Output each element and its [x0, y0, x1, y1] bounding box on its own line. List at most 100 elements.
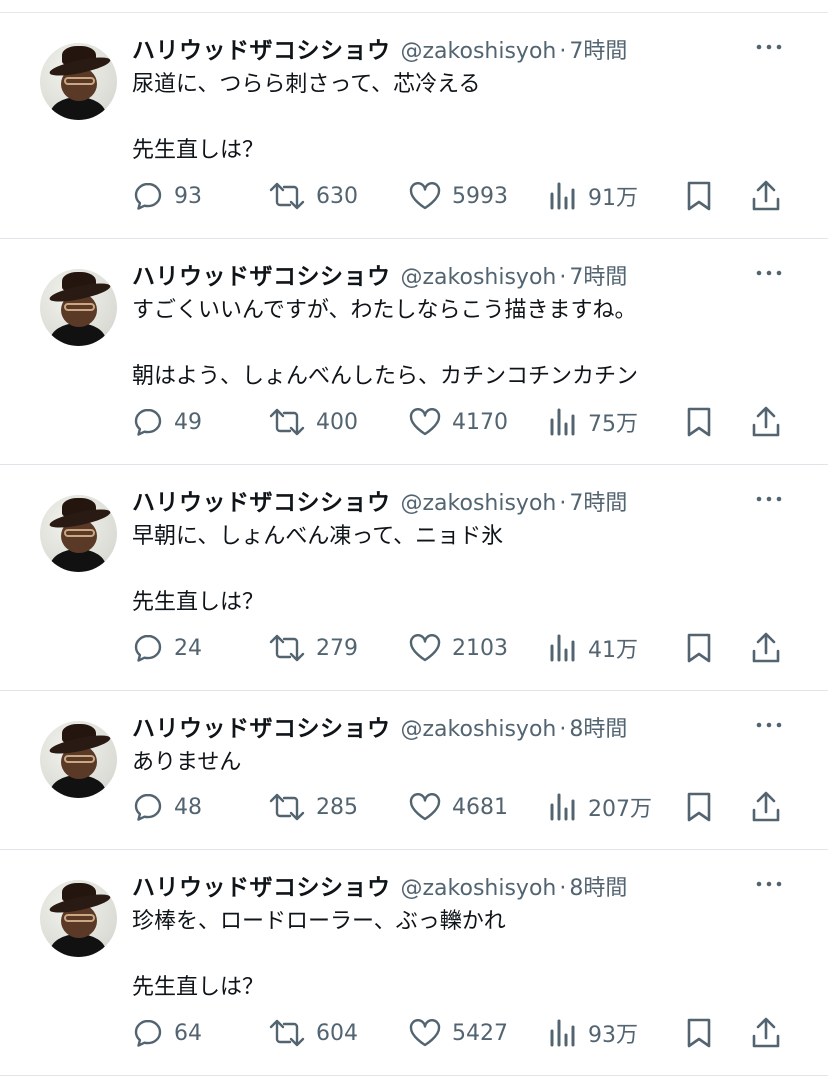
- reply-icon: [134, 793, 162, 821]
- reply-button[interactable]: 49: [132, 402, 202, 442]
- timestamp[interactable]: 7時間: [569, 259, 627, 291]
- reply-button[interactable]: 64: [132, 1013, 202, 1053]
- timeline: ハリウッドザコシショウ @zakoshisyoh · 7時間 尿道に、つらら刺さ…: [0, 13, 828, 1076]
- views-button[interactable]: 91万: [548, 176, 638, 216]
- views-button[interactable]: 75万: [548, 402, 638, 442]
- bookmark-button[interactable]: [684, 176, 714, 216]
- like-button[interactable]: 5993: [408, 176, 508, 216]
- view-count: 207万: [588, 797, 652, 822]
- tweet-header: ハリウッドザコシショウ @zakoshisyoh · 7時間: [132, 483, 627, 516]
- retweet-button[interactable]: 400: [268, 402, 358, 442]
- tweet[interactable]: ハリウッドザコシショウ @zakoshisyoh · 8時間 珍棒を、ロードロー…: [0, 850, 828, 1076]
- heart-icon: [409, 793, 441, 821]
- retweet-button[interactable]: 604: [268, 1013, 358, 1053]
- display-name[interactable]: ハリウッドザコシショウ: [132, 709, 391, 743]
- action-bar: 64 604 5427 93万: [132, 1013, 792, 1053]
- separator: ·: [559, 39, 567, 64]
- tweet[interactable]: ハリウッドザコシショウ @zakoshisyoh · 7時間 すごくいいんですが…: [0, 239, 828, 465]
- bookmark-button[interactable]: [684, 787, 714, 827]
- avatar[interactable]: [40, 495, 117, 572]
- timestamp[interactable]: 7時間: [569, 33, 627, 65]
- tweet-header: ハリウッドザコシショウ @zakoshisyoh · 8時間: [132, 868, 627, 901]
- retweet-count: 279: [316, 635, 358, 661]
- more-options-icon[interactable]: [754, 489, 784, 509]
- view-count: 93万: [588, 1023, 638, 1048]
- user-handle[interactable]: @zakoshisyoh: [401, 265, 557, 290]
- reply-button[interactable]: 93: [132, 176, 202, 216]
- views-icon: [550, 793, 575, 821]
- views-icon: [550, 1019, 575, 1047]
- view-count: 75万: [588, 412, 638, 437]
- reply-icon: [134, 182, 162, 210]
- timestamp[interactable]: 8時間: [569, 870, 627, 902]
- views-button[interactable]: 93万: [548, 1013, 638, 1053]
- like-count: 4170: [452, 409, 508, 435]
- share-button[interactable]: [750, 176, 782, 216]
- retweet-button[interactable]: 285: [268, 787, 358, 827]
- like-button[interactable]: 2103: [408, 628, 508, 668]
- tweet-header: ハリウッドザコシショウ @zakoshisyoh · 7時間: [132, 257, 627, 290]
- like-button[interactable]: 4681: [408, 787, 508, 827]
- retweet-button[interactable]: 279: [268, 628, 358, 668]
- bookmark-button[interactable]: [684, 628, 714, 668]
- views-icon: [550, 634, 575, 662]
- more-options-icon[interactable]: [754, 715, 784, 735]
- retweet-button[interactable]: 630: [268, 176, 358, 216]
- tweet-header: ハリウッドザコシショウ @zakoshisyoh · 7時間: [132, 31, 627, 64]
- more-options-icon[interactable]: [754, 874, 784, 894]
- more-options-icon[interactable]: [754, 37, 784, 57]
- bookmark-button[interactable]: [684, 402, 714, 442]
- like-button[interactable]: 5427: [408, 1013, 508, 1053]
- user-handle[interactable]: @zakoshisyoh: [401, 876, 557, 901]
- share-button[interactable]: [750, 787, 782, 827]
- views-icon: [550, 182, 575, 210]
- share-button[interactable]: [750, 1013, 782, 1053]
- avatar[interactable]: [40, 880, 117, 957]
- tweet-text: 早朝に、しょんべん凍って、ニョド氷 先生直しは？: [132, 524, 504, 615]
- display-name[interactable]: ハリウッドザコシショウ: [132, 31, 391, 65]
- display-name[interactable]: ハリウッドザコシショウ: [132, 868, 391, 902]
- retweet-count: 630: [316, 183, 358, 209]
- views-icon: [550, 408, 575, 436]
- tweet[interactable]: ハリウッドザコシショウ @zakoshisyoh · 8時間 ありません 48 …: [0, 691, 828, 850]
- reply-icon: [134, 1019, 162, 1047]
- share-button[interactable]: [750, 628, 782, 668]
- display-name[interactable]: ハリウッドザコシショウ: [132, 257, 391, 291]
- like-count: 5993: [452, 183, 508, 209]
- user-handle[interactable]: @zakoshisyoh: [401, 39, 557, 64]
- action-bar: 48 285 4681 207万: [132, 787, 792, 827]
- tweet-text: 珍棒を、ロードローラー、ぶっ轢かれ 先生直しは？: [132, 909, 506, 1000]
- avatar[interactable]: [40, 721, 117, 798]
- separator: ·: [559, 265, 567, 290]
- heart-icon: [409, 634, 441, 662]
- like-button[interactable]: 4170: [408, 402, 508, 442]
- retweet-icon: [269, 408, 305, 436]
- user-handle[interactable]: @zakoshisyoh: [401, 491, 557, 516]
- timestamp[interactable]: 8時間: [569, 711, 627, 743]
- tweet[interactable]: ハリウッドザコシショウ @zakoshisyoh · 7時間 尿道に、つらら刺さ…: [0, 13, 828, 239]
- bookmark-button[interactable]: [684, 1013, 714, 1053]
- bookmark-icon: [687, 181, 711, 211]
- timestamp[interactable]: 7時間: [569, 485, 627, 517]
- reply-button[interactable]: 24: [132, 628, 202, 668]
- reply-count: 48: [174, 794, 202, 820]
- reply-count: 49: [174, 409, 202, 435]
- avatar[interactable]: [40, 43, 117, 120]
- bookmark-icon: [687, 633, 711, 663]
- reply-count: 93: [174, 183, 202, 209]
- reply-icon: [134, 408, 162, 436]
- action-bar: 49 400 4170 75万: [132, 402, 792, 442]
- share-icon: [752, 1017, 780, 1048]
- action-bar: 93 630 5993 91万: [132, 176, 792, 216]
- views-button[interactable]: 207万: [548, 787, 652, 827]
- more-options-icon[interactable]: [754, 263, 784, 283]
- retweet-icon: [269, 1019, 305, 1047]
- tweet[interactable]: ハリウッドザコシショウ @zakoshisyoh · 7時間 早朝に、しょんべん…: [0, 465, 828, 691]
- display-name[interactable]: ハリウッドザコシショウ: [132, 483, 391, 517]
- avatar[interactable]: [40, 269, 117, 346]
- views-button[interactable]: 41万: [548, 628, 638, 668]
- reply-button[interactable]: 48: [132, 787, 202, 827]
- user-handle[interactable]: @zakoshisyoh: [401, 717, 557, 742]
- share-button[interactable]: [750, 402, 782, 442]
- tweet-header: ハリウッドザコシショウ @zakoshisyoh · 8時間: [132, 709, 627, 742]
